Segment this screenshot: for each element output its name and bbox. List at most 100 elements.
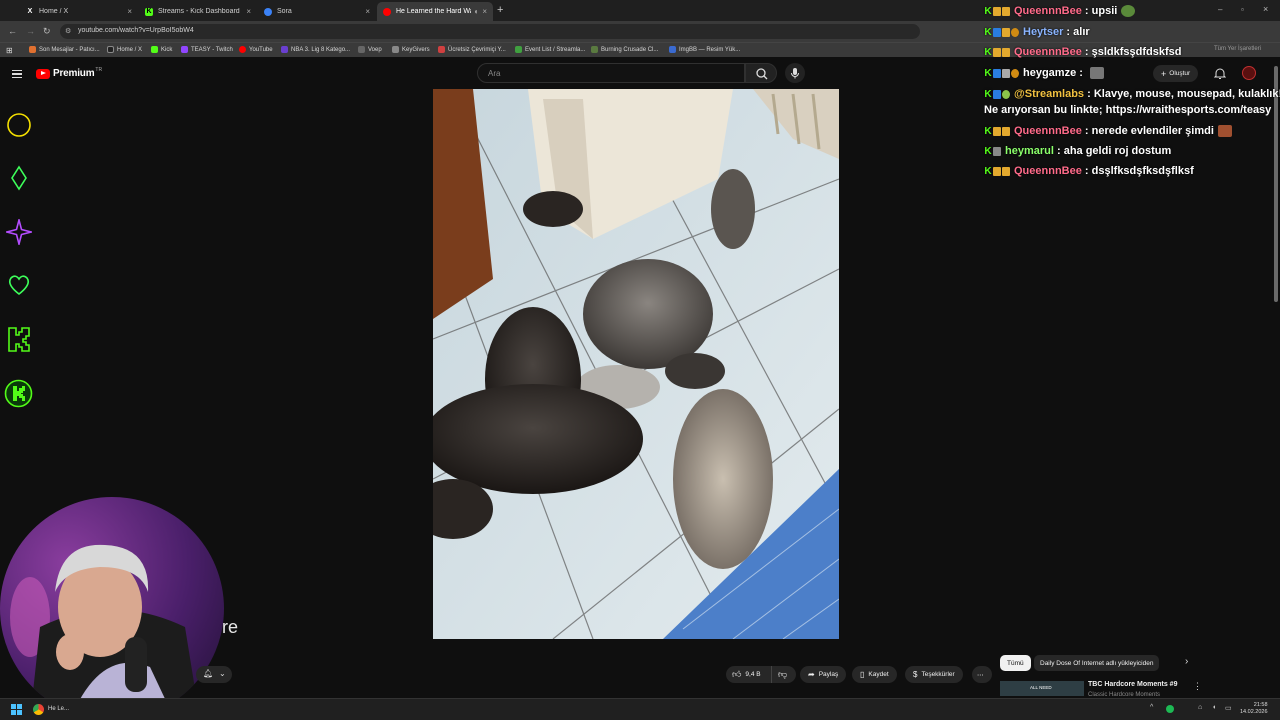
chat-message-wrap: Ne arıyorsan bu linkte; https://wraithes…	[984, 104, 1272, 116]
close-icon[interactable]: ×	[365, 7, 370, 16]
voice-search-button[interactable]	[785, 63, 805, 83]
kick-badge-icon: K	[984, 5, 992, 17]
logo-country: TR	[95, 66, 103, 73]
more-icon: ⋯	[977, 671, 984, 679]
close-icon[interactable]: ×	[482, 7, 487, 16]
share-button[interactable]: ➦ Paylaş	[800, 666, 847, 683]
related-thumbnail[interactable]: ALL NEED	[1000, 681, 1084, 696]
hamburger-menu-icon[interactable]	[12, 70, 22, 78]
emote-icon	[1217, 125, 1232, 137]
bookmark-label: Voep	[368, 46, 382, 53]
youtube-icon	[383, 7, 391, 16]
bookmark-label: Burning Crusade Cl...	[601, 46, 659, 53]
chat-text: dsşlfksdşfksdşflksf	[1091, 165, 1194, 177]
chat-username: heygamze	[1023, 67, 1077, 79]
chrome-taskbar-icon[interactable]	[33, 704, 44, 715]
search-input[interactable]: Ara	[477, 63, 745, 83]
bookmark-item[interactable]: TEASY - Twitch	[181, 46, 233, 53]
chat-separator: :	[1081, 5, 1092, 17]
chat-separator: :	[1081, 46, 1092, 58]
bookmark-item[interactable]: Ücretsiz Çevrimiçi Y...	[438, 46, 506, 53]
bookmark-item[interactable]: KeyGivers	[392, 46, 430, 53]
chat-username: @Streamlabs	[1014, 88, 1085, 100]
subscription-bell-button[interactable]: 🔔︎ ⌄	[196, 666, 232, 683]
chat-separator: :	[1053, 145, 1064, 157]
chat-message: K QueennnBee : şsldkfsşdfdskfsd	[984, 46, 1181, 58]
bookmark-item[interactable]: Voep	[358, 46, 382, 53]
windows-start-icon[interactable]	[11, 704, 22, 715]
bookmark-item[interactable]: Kick	[151, 46, 172, 53]
bookmark-icon: ▯	[860, 670, 865, 679]
chat-separator: :	[1076, 67, 1086, 79]
thanks-label: Teşekkürler	[921, 671, 955, 678]
bookmark-item[interactable]: YouTube	[239, 46, 273, 53]
related-more-icon[interactable]: ⋮	[1193, 681, 1202, 692]
crown-badge-icon	[993, 166, 1001, 176]
bookmark-item[interactable]: NBA 3. Lig 8 Katego...	[281, 46, 350, 53]
tab-youtube-video[interactable]: He Learned the Hard Way ◖ ×	[377, 2, 493, 21]
forward-button[interactable]: →	[26, 26, 35, 36]
chat-text: Klavye, mouse, mousepad, kulaklık!	[1093, 88, 1280, 100]
tab-label: Streams - Kick Dashboard	[158, 8, 240, 15]
search-button[interactable]	[745, 63, 777, 83]
diamond-shape-icon	[11, 165, 27, 191]
bookmark-item[interactable]: Son Mesajlar - Patıcı...	[29, 46, 100, 53]
chat-username: QueennnBee	[1014, 5, 1082, 17]
save-button[interactable]: ▯ Kaydet	[852, 666, 897, 683]
save-label: Kaydet	[868, 671, 889, 678]
taskbar-window-label[interactable]: He Le...	[48, 706, 69, 712]
url-field[interactable]: ⚙ youtube.com/watch?v=UrpBoI5obW4	[60, 24, 920, 39]
tab-label: Sora	[277, 8, 292, 15]
network-icon[interactable]: ⌂	[1198, 704, 1202, 711]
bookmark-label: Ücretsiz Çevrimiçi Y...	[448, 46, 506, 53]
new-tab-button[interactable]: +	[497, 4, 503, 16]
bookmark-item[interactable]: ImgBB — Resim Yük...	[669, 46, 740, 53]
bell-icon: 🔔︎	[203, 669, 214, 678]
screen-root: { "browser": { "tabs": [ {"label": "Home…	[0, 0, 1280, 720]
sub-badge-icon	[1002, 27, 1010, 37]
close-icon[interactable]: ×	[127, 7, 132, 16]
volume-icon[interactable]: ◖	[1212, 704, 1216, 711]
bookmark-item[interactable]: Event List / Streamla...	[515, 46, 585, 53]
tray-chevron-icon[interactable]: ^	[1150, 704, 1153, 711]
chat-text: upsii	[1091, 5, 1118, 17]
chip-label: Daily Dose Of Internet adlı yükleyiciden	[1040, 659, 1154, 667]
speaker-icon[interactable]: ◖	[473, 7, 478, 16]
chat-message: K QueennnBee : dsşlfksdşfksdşflksf	[984, 165, 1194, 177]
tab-x-home[interactable]: X Home / X ×	[20, 2, 138, 21]
thanks-button[interactable]: $ Teşekkürler	[905, 666, 963, 683]
youtube-premium-logo[interactable]: Premium TR	[36, 66, 103, 79]
more-actions-button[interactable]: ⋯	[972, 666, 992, 683]
related-video-title[interactable]: TBC Hardcore Moments #9	[1088, 681, 1177, 688]
reload-button[interactable]: ↻	[43, 26, 51, 37]
battery-icon[interactable]: ▭	[1225, 704, 1232, 712]
bookmark-label: Kick	[161, 46, 173, 53]
chip-uploader[interactable]: Daily Dose Of Internet adlı yükleyiciden	[1034, 655, 1160, 671]
avatar-badge-icon	[993, 146, 1001, 156]
tab-sora[interactable]: Sora ×	[258, 2, 376, 21]
video-frame-puppies	[433, 89, 839, 639]
spotify-tray-icon[interactable]	[1166, 705, 1174, 713]
like-button[interactable]: 👍︎ 9,4 B	[726, 666, 772, 683]
close-icon[interactable]: ×	[246, 7, 251, 16]
apps-icon[interactable]: ⊞	[6, 46, 13, 55]
bookmark-item[interactable]: Burning Crusade Cl...	[591, 46, 658, 53]
kick-badge-icon: K	[984, 145, 992, 157]
sub-badge-icon	[1002, 126, 1010, 136]
back-button[interactable]: ←	[8, 26, 17, 36]
chip-all[interactable]: Tümü	[1000, 655, 1031, 671]
chat-message: K heygamze :	[984, 67, 1104, 79]
crown-badge-icon	[993, 47, 1001, 57]
chat-username: heymarul	[1005, 145, 1054, 157]
streamer-webcam	[0, 497, 224, 720]
taskbar-clock[interactable]: 21:58 14.02.2026	[1240, 702, 1268, 716]
chip-next-icon[interactable]: ›	[1185, 656, 1188, 667]
video-player[interactable]	[433, 89, 839, 639]
chat-username: Heytser	[1023, 26, 1064, 38]
dislike-button[interactable]: 👎︎	[772, 669, 787, 680]
tab-label: He Learned the Hard Way	[396, 8, 472, 15]
bookmark-item[interactable]: Home / X	[107, 46, 142, 53]
site-info-icon[interactable]: ⚙	[65, 27, 71, 35]
tab-kick-dashboard[interactable]: K Streams - Kick Dashboard ×	[139, 2, 257, 21]
bookmark-label: ImgBB — Resim Yük...	[679, 46, 741, 53]
